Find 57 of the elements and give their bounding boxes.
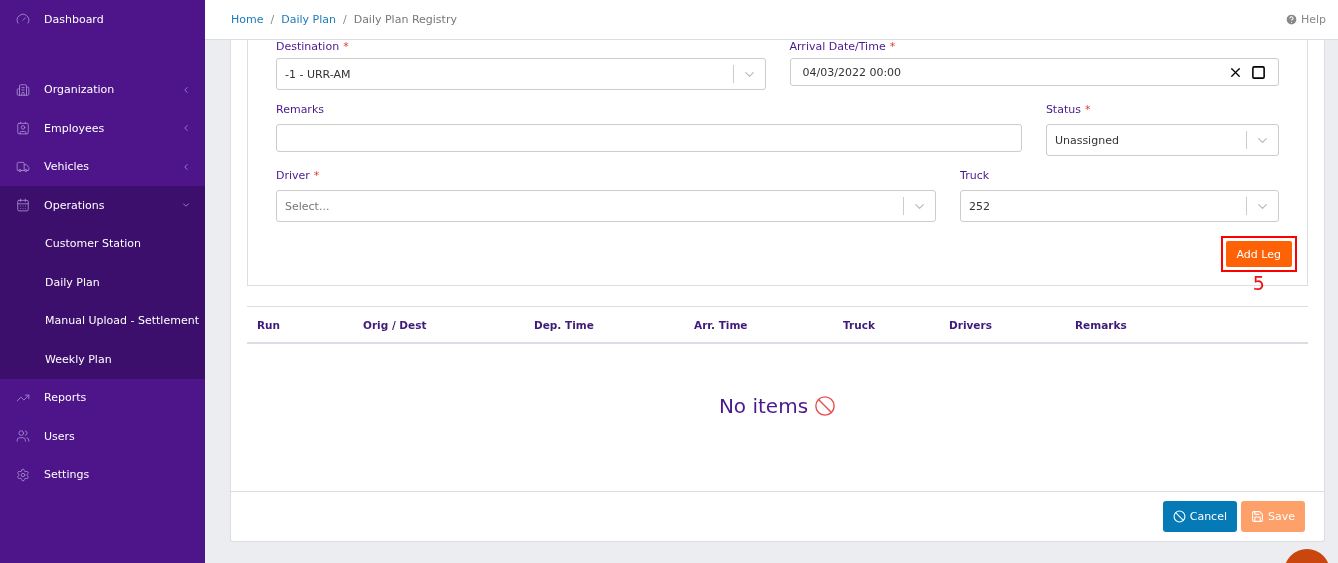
breadcrumb-separator: / <box>342 13 347 26</box>
column-header: Arr. Time <box>693 318 749 331</box>
breadcrumb-link[interactable]: Home <box>231 13 264 26</box>
cancel-button[interactable]: Cancel <box>1162 501 1237 532</box>
chevron-icon <box>181 123 191 134</box>
date-field[interactable]: 04/03/2022 00:00 <box>789 58 1279 86</box>
select-field[interactable]: Unassigned <box>1045 124 1279 156</box>
chevron-icon <box>181 161 191 172</box>
breadcrumb-separator: / <box>270 13 275 26</box>
select-field[interactable]: -1 - URR-AM <box>276 58 766 90</box>
field-label: Status * <box>1045 101 1092 118</box>
empty-message: No items <box>718 394 809 418</box>
required-mark: * <box>1084 102 1091 116</box>
required-mark: * <box>313 168 320 182</box>
column-header: Dep. Time <box>533 318 595 331</box>
submenu-item[interactable]: Daily Plan <box>0 263 205 302</box>
field-label: Arrival Date/Time * <box>789 40 897 55</box>
required-mark: * <box>343 40 349 53</box>
sidebar-item[interactable]: Operations <box>0 186 205 225</box>
sidebar-item[interactable]: Settings <box>0 455 205 494</box>
help-link[interactable]: Help <box>1284 13 1326 26</box>
column-header: Remarks <box>1074 318 1128 331</box>
sidebar-item[interactable]: Vehicles <box>0 147 205 186</box>
menu-icon <box>16 198 30 213</box>
submenu-item[interactable]: Customer Station <box>0 224 205 263</box>
current-page-title: Daily Plan Registry <box>353 13 457 26</box>
menu-icon <box>16 429 30 444</box>
column-header: Run <box>256 318 282 331</box>
breadcrumb-link[interactable]: Daily Plan <box>281 13 336 26</box>
column-header: Drivers <box>948 318 993 331</box>
menu-icon <box>16 467 30 482</box>
sidebar-item[interactable]: Users <box>0 417 205 456</box>
select-field[interactable]: Select... <box>276 190 937 222</box>
submenu-item[interactable]: Manual Upload - Settlement <box>0 301 205 340</box>
sidebar-item[interactable]: Dashboard <box>0 0 205 39</box>
field-label: Remarks <box>276 101 325 118</box>
column-header: Orig / Dest <box>362 318 428 331</box>
sidebar-item[interactable]: Employees <box>0 109 205 148</box>
prohibited-icon <box>814 395 837 417</box>
required-mark: * <box>889 40 896 53</box>
help-icon <box>1284 13 1298 26</box>
submenu-item[interactable]: Weekly Plan <box>0 340 205 379</box>
field-label: Truck <box>960 167 991 184</box>
input-field[interactable] <box>276 124 1022 152</box>
select-field[interactable]: 252 <box>960 190 1279 222</box>
field-label: Driver * <box>276 167 321 184</box>
annotation-number: 5 <box>1252 272 1265 294</box>
menu-icon <box>16 159 30 174</box>
menu-icon <box>16 12 30 27</box>
sidebar-item[interactable]: Reports <box>0 378 205 417</box>
menu-icon <box>16 82 30 97</box>
chevron-icon <box>181 84 191 95</box>
menu-icon <box>16 121 30 136</box>
sidebar-item[interactable]: Organization <box>0 70 205 109</box>
prohibited-icon <box>1172 510 1186 523</box>
column-header: Truck <box>842 318 876 331</box>
field-label: Destination * <box>276 40 350 55</box>
